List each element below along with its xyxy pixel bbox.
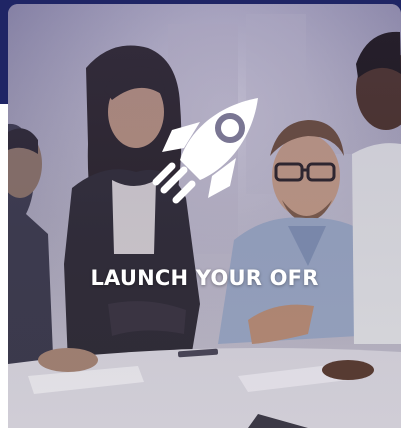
card-title: LAUNCH YOUR OFR	[90, 266, 319, 290]
launch-card[interactable]: LAUNCH YOUR OFR	[8, 4, 401, 428]
page: LAUNCH YOUR OFR	[0, 0, 401, 428]
card-overlay	[8, 4, 401, 428]
rocket-icon	[152, 98, 258, 204]
